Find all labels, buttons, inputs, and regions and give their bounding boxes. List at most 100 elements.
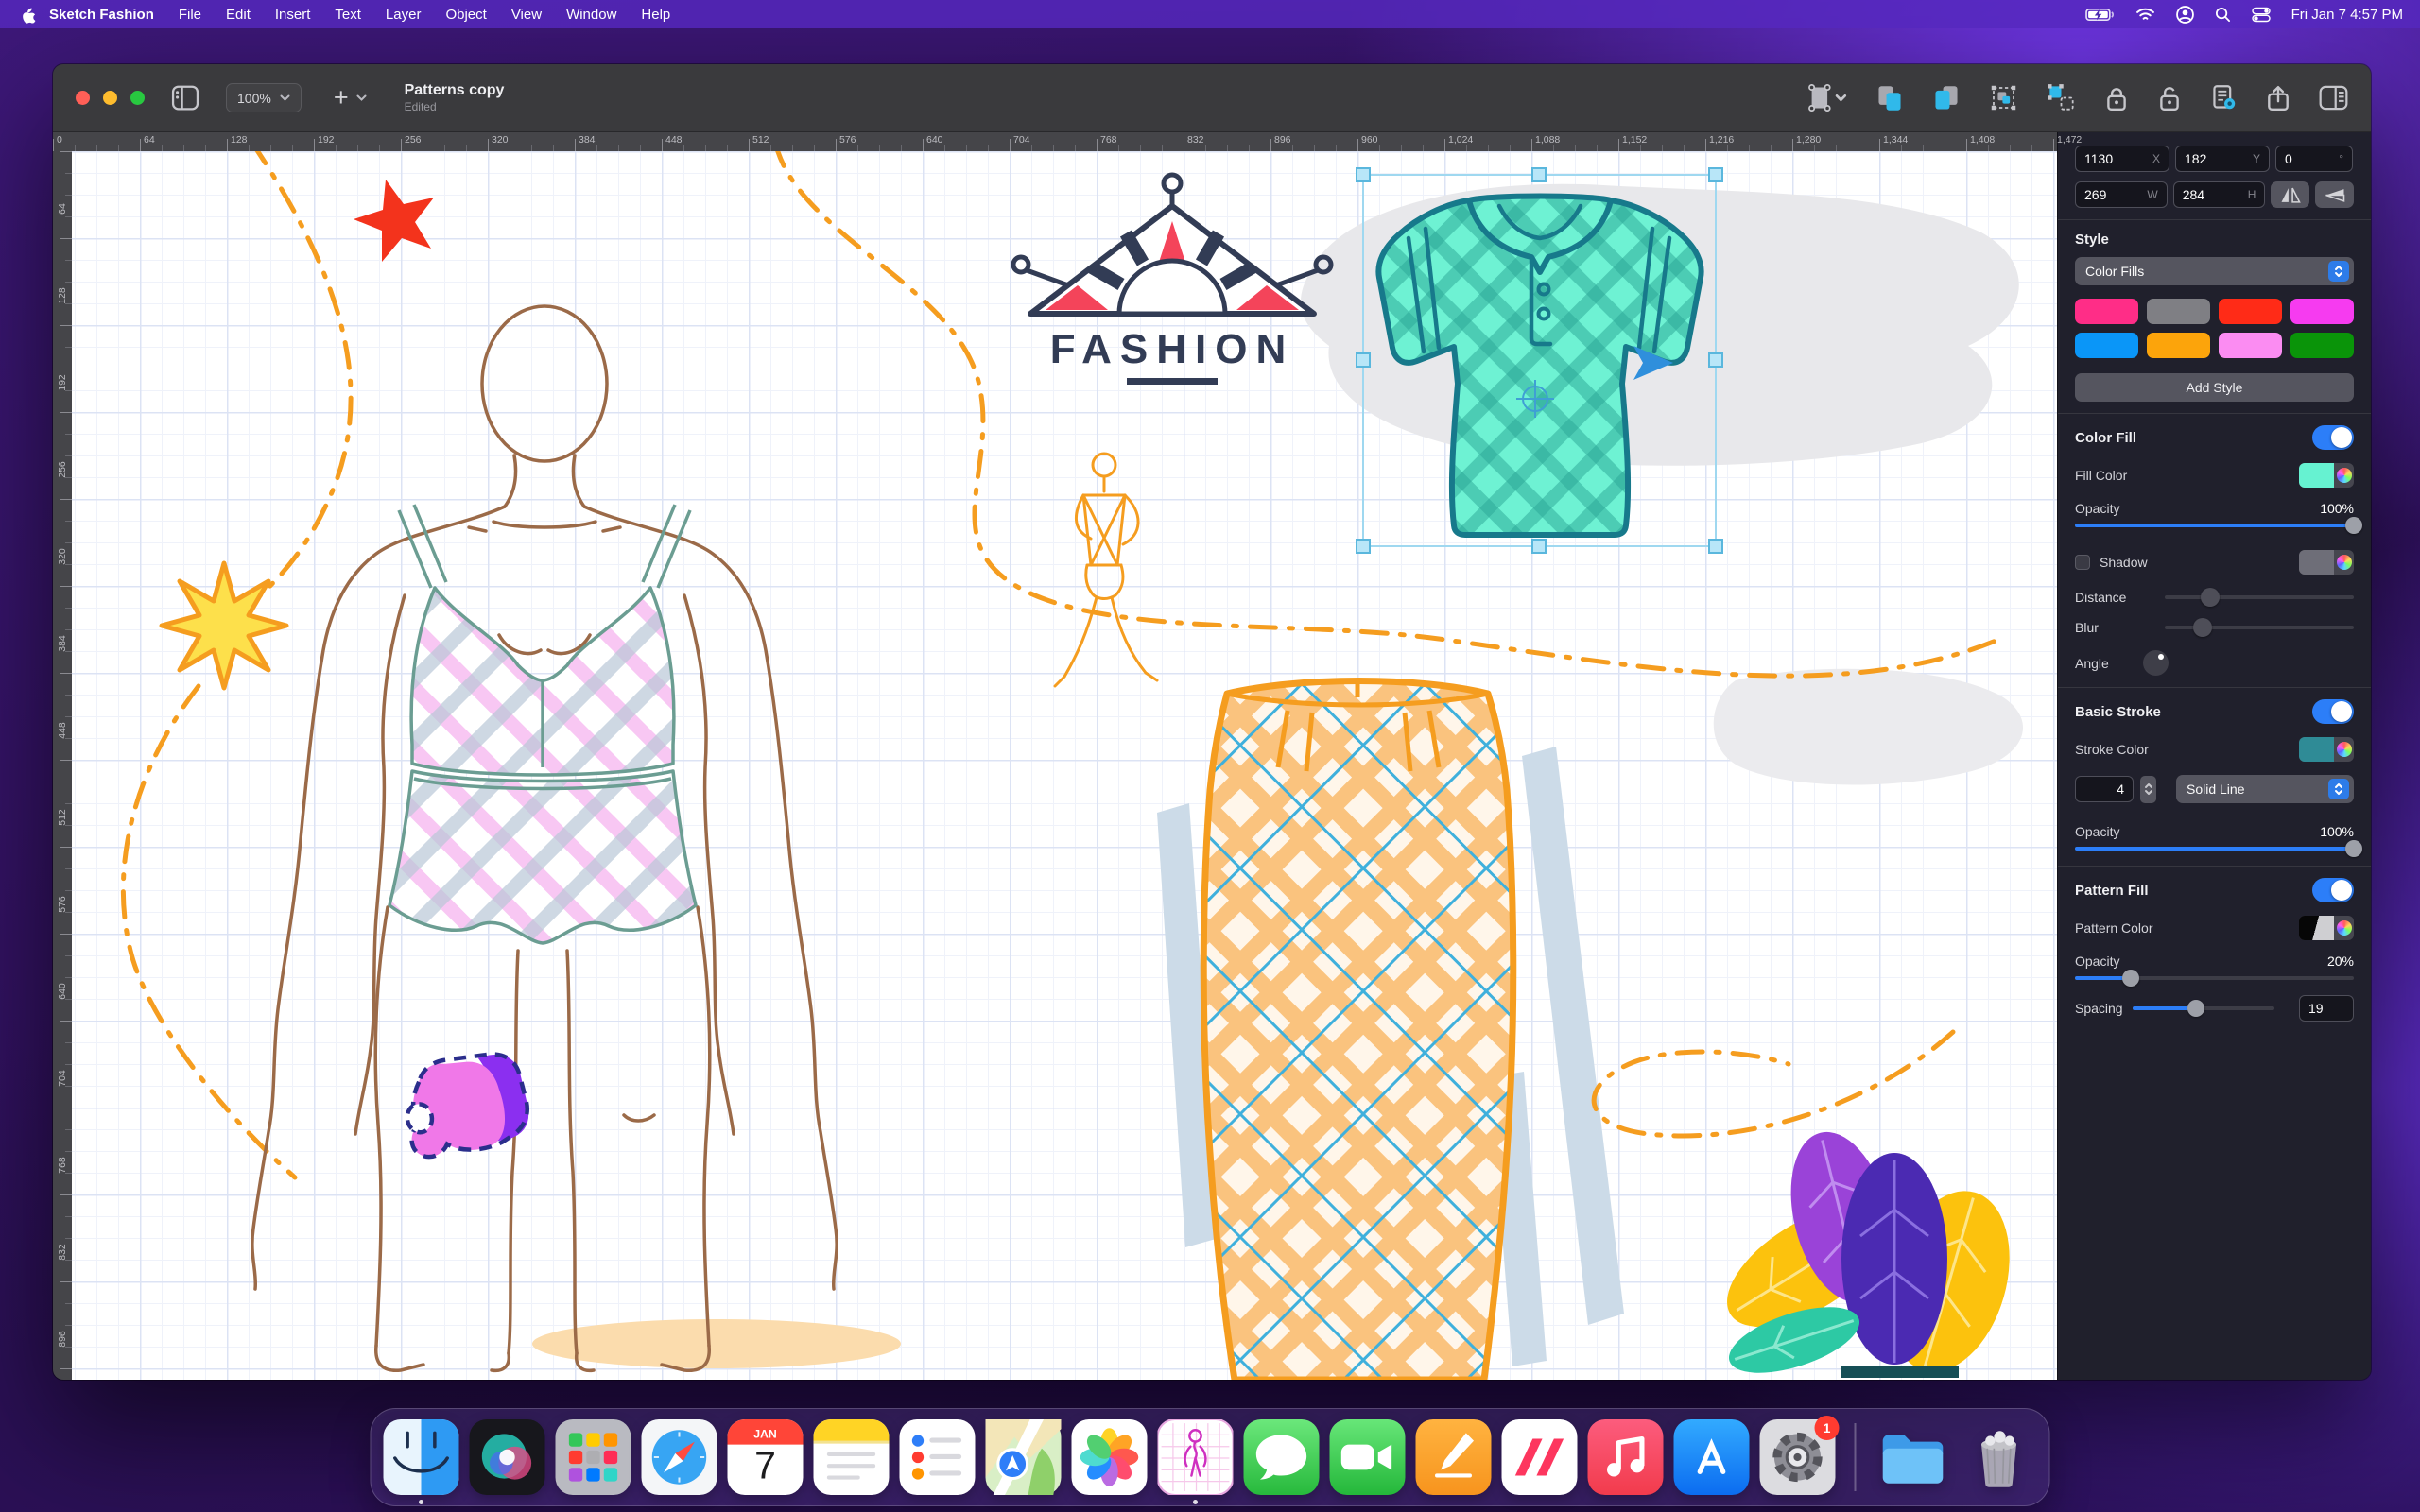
red-star-shape[interactable] xyxy=(354,180,434,262)
dock-item-notes-icon[interactable] xyxy=(814,1419,890,1495)
add-style-button[interactable]: Add Style xyxy=(2075,373,2354,402)
style-color-swatch[interactable] xyxy=(2147,333,2210,358)
fashion-logo[interactable]: FASHION xyxy=(1013,175,1331,385)
search-icon[interactable] xyxy=(2215,7,2231,23)
lock-icon[interactable] xyxy=(2104,85,2129,112)
pattern-spacing-field[interactable]: 19 xyxy=(2299,995,2354,1022)
dock-item-safari-icon[interactable] xyxy=(642,1419,717,1495)
group-icon[interactable] xyxy=(1989,83,2018,112)
menu-text[interactable]: Text xyxy=(335,7,361,23)
shadow-blur-slider[interactable] xyxy=(2165,626,2354,629)
control-center-icon[interactable] xyxy=(2252,7,2271,23)
style-color-swatch[interactable] xyxy=(2290,333,2354,358)
line-style-dropdown[interactable]: Solid Line xyxy=(2176,775,2354,803)
menu-edit[interactable]: Edit xyxy=(226,7,251,23)
fill-opacity-slider[interactable] xyxy=(2075,524,2354,527)
dock-item-trash-icon[interactable] xyxy=(1962,1419,2037,1495)
zoom-window-button[interactable] xyxy=(130,91,145,105)
shadow-distance-slider[interactable] xyxy=(2165,595,2354,599)
stroke-opacity-slider[interactable] xyxy=(2075,847,2354,850)
menu-file[interactable]: File xyxy=(179,7,201,23)
dock-item-folder-icon[interactable] xyxy=(1876,1419,1951,1495)
menu-view[interactable]: View xyxy=(511,7,542,23)
wifi-icon[interactable] xyxy=(2135,7,2155,22)
pattern-color-well[interactable] xyxy=(2299,916,2354,940)
dock-item-pages-icon[interactable] xyxy=(1416,1419,1492,1495)
style-color-swatch[interactable] xyxy=(2147,299,2210,324)
style-color-swatch[interactable] xyxy=(2075,333,2138,358)
account-icon[interactable] xyxy=(2176,6,2194,24)
dock-item-siri-icon[interactable] xyxy=(470,1419,545,1495)
x-position-field[interactable]: 1130X xyxy=(2075,146,2169,172)
menu-help[interactable]: Help xyxy=(641,7,670,23)
style-color-swatch[interactable] xyxy=(2219,333,2282,358)
share-icon[interactable] xyxy=(2266,85,2290,112)
yellow-starburst-shape[interactable] xyxy=(162,563,286,688)
canvas[interactable]: FASHION xyxy=(72,151,2057,1380)
paste-style-icon[interactable] xyxy=(1932,84,1961,112)
style-color-swatch[interactable] xyxy=(2075,299,2138,324)
mini-croquis-figure[interactable] xyxy=(1055,454,1157,686)
color-fill-toggle[interactable] xyxy=(2312,425,2354,450)
stroke-color-well[interactable] xyxy=(2299,737,2354,762)
y-position-field[interactable]: 182Y xyxy=(2175,146,2270,172)
apple-menu-icon[interactable] xyxy=(21,6,36,24)
fill-color-well[interactable] xyxy=(2299,463,2354,488)
plaid-swimsuit[interactable] xyxy=(389,505,696,943)
leaves-decoration[interactable] xyxy=(1707,1122,2029,1380)
dock-item-launchpad-icon[interactable] xyxy=(556,1419,631,1495)
pattern-opacity-slider[interactable] xyxy=(2075,976,2354,980)
color-wheel-icon xyxy=(2337,742,2352,757)
battery-icon[interactable] xyxy=(2085,8,2115,22)
close-button[interactable] xyxy=(76,91,90,105)
ruler-tick-label: 1,152 xyxy=(1622,134,1647,146)
panel-toggle-icon[interactable] xyxy=(2319,85,2348,111)
style-color-swatch[interactable] xyxy=(2290,299,2354,324)
minimize-button[interactable] xyxy=(103,91,117,105)
ruler-top: 0641281922563203844485125766407047688328… xyxy=(53,132,2057,151)
basic-stroke-toggle[interactable] xyxy=(2312,699,2354,724)
dock-item-messages-icon[interactable] xyxy=(1244,1419,1320,1495)
plaid-skirt[interactable] xyxy=(1203,680,1513,1380)
dock-item-app-store-icon[interactable] xyxy=(1674,1419,1750,1495)
stroke-width-field[interactable]: 4 xyxy=(2075,776,2134,802)
shadow-color-well[interactable] xyxy=(2299,550,2354,575)
sidebar-toggle-icon[interactable] xyxy=(171,85,199,111)
fill-type-dropdown[interactable]: Color Fills xyxy=(2075,257,2354,285)
menu-insert[interactable]: Insert xyxy=(275,7,311,23)
menu-layer[interactable]: Layer xyxy=(386,7,422,23)
dock-item-settings-icon[interactable]: 1 xyxy=(1760,1419,1836,1495)
shadow-angle-knob[interactable] xyxy=(2143,650,2169,676)
flip-horizontal-button[interactable] xyxy=(2271,181,2309,208)
menu-app-name[interactable]: Sketch Fashion xyxy=(49,7,154,23)
dock-item-finder-icon[interactable] xyxy=(384,1419,459,1495)
zoom-level-dropdown[interactable]: 100% xyxy=(226,83,302,112)
stroke-width-stepper[interactable] xyxy=(2140,776,2156,803)
menu-clock[interactable]: Fri Jan 7 4:57 PM xyxy=(2291,7,2403,23)
dock-item-music-icon[interactable] xyxy=(1588,1419,1664,1495)
height-field[interactable]: 284H xyxy=(2173,181,2266,208)
dock-item-news-icon[interactable] xyxy=(1502,1419,1578,1495)
dock-item-maps-icon[interactable] xyxy=(986,1419,1062,1495)
dock-item-calendar-icon[interactable]: JAN7 xyxy=(728,1419,804,1495)
floor-shadow-shape[interactable] xyxy=(532,1319,901,1368)
dock-item-reminders-icon[interactable] xyxy=(900,1419,976,1495)
dock-item-photos-icon[interactable] xyxy=(1072,1419,1148,1495)
insert-shape-button[interactable]: + xyxy=(334,85,367,111)
export-icon[interactable] xyxy=(2210,84,2238,112)
ungroup-icon[interactable] xyxy=(2047,83,2076,112)
dock-item-facetime-icon[interactable] xyxy=(1330,1419,1406,1495)
shadow-checkbox[interactable] xyxy=(2075,555,2090,570)
unlock-icon[interactable] xyxy=(2157,85,2182,112)
pattern-fill-toggle[interactable] xyxy=(2312,878,2354,902)
menu-window[interactable]: Window xyxy=(566,7,616,23)
style-color-swatch[interactable] xyxy=(2219,299,2282,324)
menu-object[interactable]: Object xyxy=(445,7,486,23)
insert-frame-icon[interactable] xyxy=(1806,84,1847,112)
dock-item-sketch-fashion-icon[interactable] xyxy=(1158,1419,1234,1495)
width-field[interactable]: 269W xyxy=(2075,181,2168,208)
flip-vertical-button[interactable] xyxy=(2315,181,2354,208)
copy-style-icon[interactable] xyxy=(1876,84,1904,112)
pattern-spacing-slider[interactable] xyxy=(2133,1006,2274,1010)
rotation-field[interactable]: 0° xyxy=(2275,146,2353,172)
